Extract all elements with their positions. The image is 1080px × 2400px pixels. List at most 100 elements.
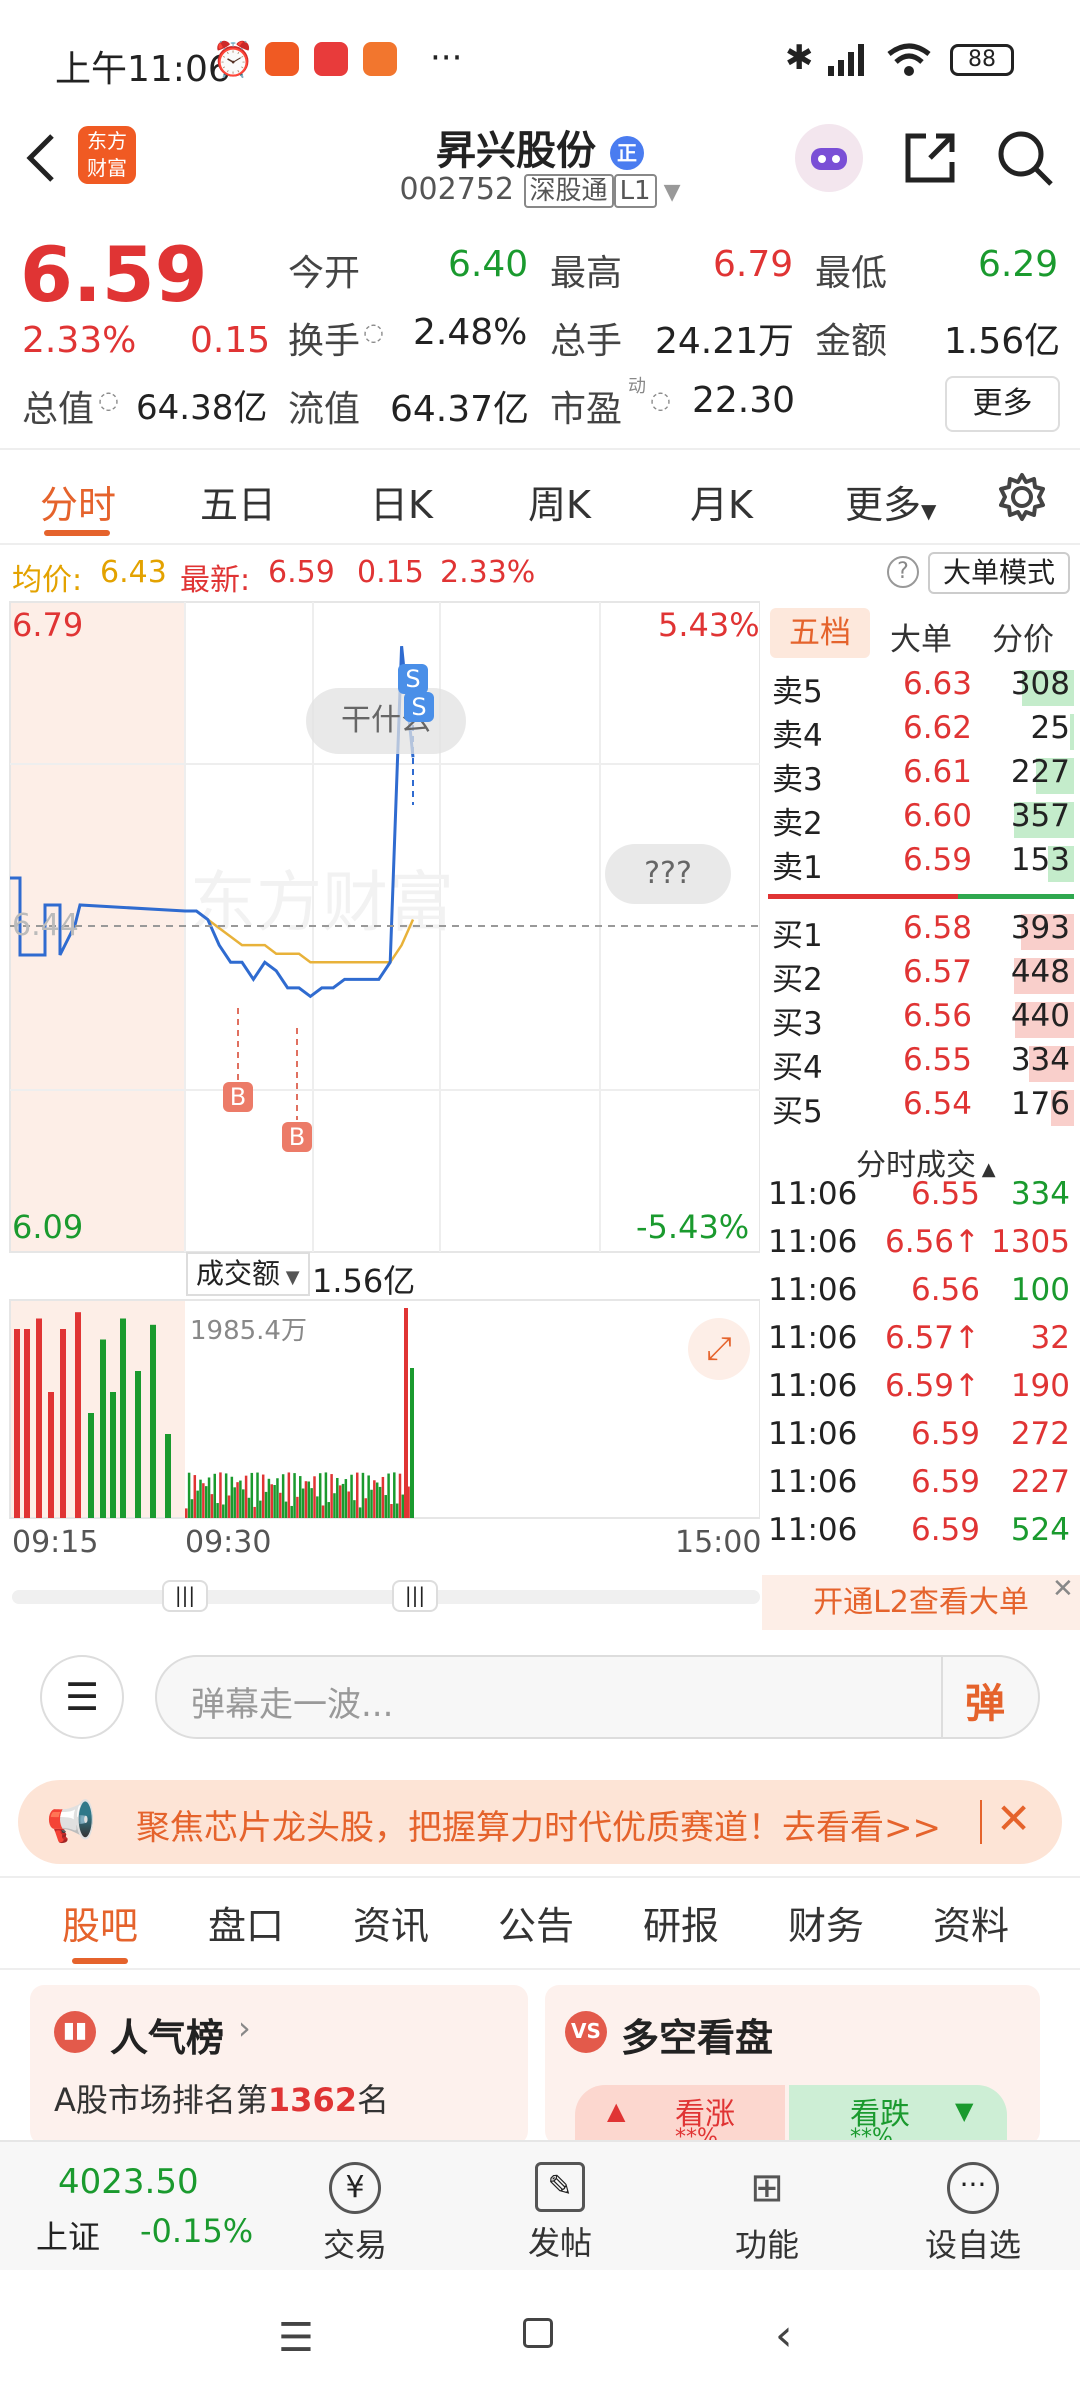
order-book-panel: 五档 大单 分价 卖5 6.63 308 卖4 6.62 25 卖3 6.61 … [762, 600, 1080, 1630]
stock-code: 002752 [399, 172, 514, 207]
sell-marker[interactable]: S [398, 664, 428, 694]
volume-bar [299, 1476, 302, 1518]
trade-price: 6.57↑ [885, 1320, 980, 1356]
tab-more[interactable]: 更多▼ [845, 474, 936, 529]
volume-selector[interactable]: 成交额 ▼ [186, 1252, 310, 1296]
section-divider [0, 1876, 1080, 1878]
avg-label: 均价: [12, 563, 83, 598]
promo-banner[interactable]: 📢 聚焦芯片龙头股，把握算力时代优质赛道！去看看>> ✕ [18, 1780, 1062, 1864]
volume-bar [398, 1473, 402, 1518]
trade-volume: 190 [1010, 1368, 1070, 1404]
open-label: 今开 [288, 253, 361, 294]
tab-five-day[interactable]: 五日 [200, 474, 276, 529]
book-tab-big-order[interactable]: 大单 [890, 614, 952, 659]
scroll-handle-left[interactable]: ||| [162, 1580, 208, 1612]
turnover-label: 换手 [288, 321, 361, 362]
close-promo-icon[interactable]: ✕ [1052, 1574, 1074, 1604]
pe-info-icon[interactable]: ◌ [650, 386, 671, 414]
dropdown-icon[interactable]: ▼ [657, 180, 681, 205]
sell-marker[interactable]: S [404, 692, 434, 722]
tab-weekly-k[interactable]: 周K [528, 474, 591, 529]
settings-gear-icon[interactable] [995, 470, 1049, 528]
volume-bar [381, 1476, 385, 1518]
tab-financials[interactable]: 财务 [788, 1895, 864, 1950]
tab-forum[interactable]: 股吧 [62, 1895, 138, 1950]
ask-row: 卖4 6.62 25 [762, 710, 1080, 754]
share-icon[interactable] [900, 128, 960, 192]
bull-bear-card[interactable]: VS 多空看盘 ▲ 看涨 **% 看跌 **% ▼ [545, 1985, 1040, 2150]
open-value: 6.40 [448, 244, 529, 285]
tab-monthly-k[interactable]: 月K [690, 474, 753, 529]
megaphone-icon: 📢 [46, 1799, 96, 1845]
volume-bar [353, 1500, 356, 1518]
comment-bubble[interactable]: ??? [605, 844, 731, 904]
volume-bar [190, 1499, 194, 1518]
trade-button[interactable]: ¥ 交易 [290, 2162, 420, 2266]
danmu-list-icon[interactable]: ☰ [40, 1655, 124, 1739]
tab-order-book[interactable]: 盘口 [208, 1895, 284, 1950]
danmu-placeholder: 弹幕走一波... [191, 1685, 394, 1725]
volume-bar [236, 1482, 239, 1518]
functions-button[interactable]: ⊞ 功能 [702, 2162, 832, 2266]
index-value[interactable]: 4023.50 [58, 2162, 199, 2202]
volume-bar [364, 1498, 368, 1518]
popularity-card[interactable]: ▮▮ 人气榜 › A股市场排名第1362名 [30, 1985, 528, 2145]
big-order-mode-button[interactable]: 大单模式 [928, 552, 1070, 594]
volume-bar [36, 1318, 42, 1518]
forum-tab-underline [72, 1958, 128, 1964]
menu-nav-icon[interactable]: ☰ [278, 2315, 314, 2361]
mktcap-info-icon[interactable]: ◌ [98, 386, 119, 414]
connect-tag: 深股通 [523, 174, 614, 208]
change-amount: 0.15 [190, 320, 271, 361]
comment-bubble[interactable]: 干什么 [306, 688, 466, 754]
tab-announcements[interactable]: 公告 [498, 1895, 574, 1950]
home-nav-icon[interactable] [523, 2318, 553, 2348]
status-bar: 上午11:06 ⏰ ··· ✱ 88 [0, 0, 1080, 118]
l2-promo[interactable]: 开通L2查看大单 [762, 1575, 1080, 1630]
tab-intraday[interactable]: 分时 [40, 474, 116, 529]
book-tab-price-dist[interactable]: 分价 [992, 614, 1054, 659]
more-quote-button[interactable]: 更多 [945, 376, 1060, 432]
volume-bar [327, 1502, 330, 1518]
robot-avatar-icon[interactable] [795, 124, 863, 192]
volume-bar [358, 1507, 362, 1518]
post-button[interactable]: ✎ 发帖 [495, 2162, 625, 2264]
intraday-chart[interactable]: 东方财富 6.79 5.43% 6.44 6.09 -5.43% 干什么 ???… [0, 600, 761, 1630]
volume-bar [393, 1472, 396, 1518]
volume-bar [210, 1494, 214, 1518]
low-value: 6.29 [978, 244, 1059, 285]
book-tab-five-level[interactable]: 五档 [770, 608, 870, 658]
volume-bar [395, 1503, 399, 1518]
back-nav-icon[interactable]: ‹ [775, 2310, 793, 2361]
banner-close-icon[interactable]: ✕ [996, 1794, 1031, 1843]
volume-bar [187, 1472, 191, 1518]
scroll-handle-right[interactable]: ||| [392, 1580, 438, 1612]
tab-profile[interactable]: 资料 [933, 1895, 1009, 1950]
add-watchlist-button[interactable]: ··· 设自选 [908, 2162, 1038, 2266]
timeline-scrollbar[interactable] [12, 1590, 760, 1604]
trade-volume: 524 [1010, 1512, 1070, 1548]
info-icon[interactable]: ◌ [363, 318, 384, 346]
volume-max: 1985.4万 [190, 1316, 307, 1346]
tab-daily-k[interactable]: 日K [370, 474, 433, 529]
tab-news[interactable]: 资讯 [353, 1895, 429, 1950]
volume-bar [324, 1472, 328, 1518]
stock-header: 东方财富 昇兴股份 正 002752 深股通 L1 ▼ [0, 118, 1080, 218]
tab-research[interactable]: 研报 [643, 1895, 719, 1950]
danmu-input[interactable]: 弹幕走一波... 弹 [155, 1655, 1040, 1739]
search-icon[interactable] [995, 128, 1055, 192]
ask-row: 卖3 6.61 227 [762, 754, 1080, 798]
volume-bar [284, 1501, 288, 1518]
buy-marker[interactable]: B [223, 1082, 253, 1112]
help-icon[interactable]: ? [887, 556, 919, 588]
latest-value: 6.59 [268, 555, 335, 590]
expand-icon[interactable]: ⤢ [688, 1318, 750, 1380]
danmu-send-button[interactable]: 弹 [965, 1671, 1005, 1729]
status-time: 上午11:06 [55, 49, 231, 90]
buy-marker[interactable]: B [282, 1122, 312, 1152]
volume-bar [273, 1485, 276, 1518]
bull-arrow-icon: ▲ [607, 2097, 626, 2125]
y-axis-top: 6.79 [12, 606, 84, 644]
bid-row: 买1 6.58 393 [762, 910, 1080, 954]
pe-label: 市盈 [550, 389, 623, 430]
